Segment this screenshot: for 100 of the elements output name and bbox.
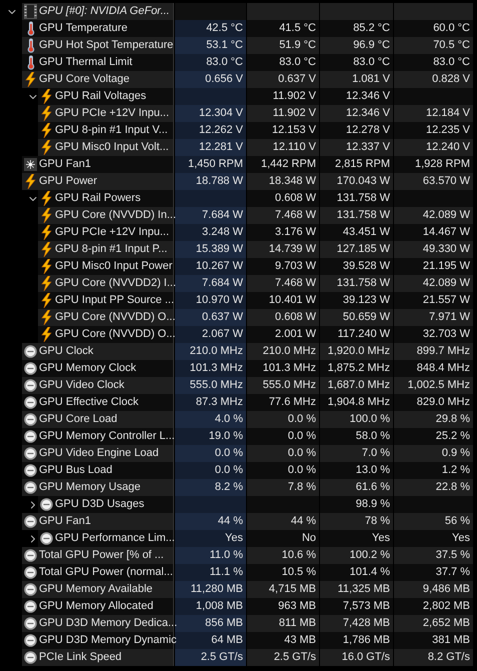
- lightning-icon: [41, 191, 52, 206]
- current-value-cell: 4.0 %: [175, 411, 246, 428]
- value-cell: 39.123 W: [320, 292, 393, 309]
- value-cell: 32.703 W: [394, 326, 473, 343]
- lightning-icon: [41, 89, 52, 104]
- value-cell: 85.2 °C: [320, 20, 393, 37]
- sensor-label: GPU Input PP Source ...: [55, 293, 174, 308]
- current-value-cell: 42.5 °C: [175, 20, 246, 37]
- value-cell: 41.5 °C: [247, 20, 319, 37]
- current-value-cell: 11.1 %: [175, 564, 246, 581]
- value-cell: 2.001 W: [247, 326, 319, 343]
- value-cell: 0.828 V: [394, 71, 473, 88]
- sensor-label: GPU Memory Allocated: [39, 599, 154, 614]
- current-value-cell: 856 MB: [175, 615, 246, 632]
- value-cell: 12.235 V: [394, 122, 473, 139]
- value-cell: 117.240 W: [320, 326, 393, 343]
- gauge-icon: [24, 566, 37, 579]
- sensor-label: GPU Core (NVVDD) O...: [55, 327, 176, 342]
- value-cell: 83.0 °C: [247, 54, 319, 71]
- value-cell: 2.5 GT/s: [247, 649, 319, 666]
- sensor-label: GPU Clock: [39, 344, 94, 360]
- gauge-icon: [24, 447, 37, 460]
- value-cell: 42.089 W: [394, 275, 473, 292]
- lightning-icon: [41, 123, 52, 138]
- value-cell: 70.5 °C: [394, 37, 473, 54]
- current-value-cell: 10.267 W: [175, 258, 246, 275]
- value-cell: 1,786 MB: [320, 632, 393, 649]
- lightning-icon: [41, 259, 52, 274]
- value-cell: 12.337 V: [320, 139, 393, 156]
- gauge-icon: [24, 583, 37, 596]
- value-cell: 98.9 %: [320, 496, 393, 513]
- value-cell: 11,325 MB: [320, 581, 393, 598]
- sensor-label: GPU Hot Spot Temperature: [39, 38, 174, 54]
- value-cell: 7.468 W: [247, 207, 319, 224]
- gauge-icon: [24, 396, 37, 409]
- value-cell: 12.346 V: [320, 105, 393, 122]
- sensor-label: GPU Rail Powers: [55, 191, 141, 206]
- value-cell: 43.451 W: [320, 224, 393, 241]
- current-value-cell: [175, 3, 246, 20]
- value-cell: 170.043 W: [320, 173, 393, 190]
- gauge-icon: [24, 413, 37, 426]
- value-cell: 0.608 W: [247, 190, 319, 207]
- current-value-cell: 7.684 W: [175, 207, 246, 224]
- value-cell: 848.4 MHz: [394, 360, 473, 377]
- gauge-icon: [24, 549, 37, 562]
- gauge-icon: [24, 481, 37, 494]
- gauge-icon: [24, 617, 37, 630]
- value-cell: 100.0 %: [320, 411, 393, 428]
- value-cell: 1,928 RPM: [394, 156, 473, 173]
- value-cell: 963 MB: [247, 598, 319, 615]
- current-value-cell: 11,280 MB: [175, 581, 246, 598]
- value-cell: 1,002.5 MHz: [394, 377, 473, 394]
- value-cell: 37.5 %: [394, 547, 473, 564]
- sensor-label: GPU Performance Lim...: [55, 531, 175, 546]
- value-cell: 131.758 W: [320, 275, 393, 292]
- sensor-label: GPU Bus Load: [39, 463, 112, 478]
- current-value-cell: 101.3 MHz: [175, 360, 246, 377]
- value-cell: 58.0 %: [320, 428, 393, 445]
- value-cell: 25.2 %: [394, 428, 473, 445]
- value-cell: 12.278 V: [320, 122, 393, 139]
- value-cell: 1,442 RPM: [247, 156, 319, 173]
- current-value-cell: 7.684 W: [175, 275, 246, 292]
- gauge-icon: [24, 379, 37, 392]
- value-cell: 100.2 %: [320, 547, 393, 564]
- value-cell: 29.8 %: [394, 411, 473, 428]
- value-cell: 21.195 W: [394, 258, 473, 275]
- sensor-label: GPU 8-pin #1 Input V...: [55, 123, 168, 138]
- value-cell: 12.346 V: [320, 88, 393, 105]
- value-cell: 44 %: [247, 513, 319, 530]
- sensor-label: GPU Memory Controller L...: [39, 429, 175, 444]
- gauge-icon: [24, 345, 37, 358]
- value-cell: 131.758 W: [320, 207, 393, 224]
- value-cell: 7.468 W: [247, 275, 319, 292]
- gauge-icon: [40, 498, 53, 511]
- lightning-icon: [25, 174, 36, 189]
- current-value-cell: 64 MB: [175, 632, 246, 649]
- value-cell: [247, 3, 319, 20]
- value-cell: 10.401 W: [247, 292, 319, 309]
- current-value-cell: 8.2 %: [175, 479, 246, 496]
- value-cell: 0.0 %: [247, 445, 319, 462]
- current-value-cell: 18.788 W: [175, 173, 246, 190]
- lightning-icon: [41, 293, 52, 308]
- sensor-label: GPU Core (NVVDD) O...: [55, 310, 176, 326]
- sensor-label: GPU Rail Voltages: [55, 89, 146, 104]
- value-cell: Yes: [394, 530, 473, 547]
- current-value-cell: 11.0 %: [175, 547, 246, 564]
- value-cell: 1.2 %: [394, 462, 473, 479]
- value-cell: 49.330 W: [394, 241, 473, 258]
- value-cell: 37.7 %: [394, 564, 473, 581]
- sensor-label: GPU 8-pin #1 Input P...: [55, 242, 168, 258]
- current-value-cell: 1,450 RPM: [175, 156, 246, 173]
- fan-icon: [24, 158, 37, 171]
- value-cell: 77.6 MHz: [247, 394, 319, 411]
- current-value-cell: 0.656 V: [175, 71, 246, 88]
- value-cell: 2,652 MB: [394, 615, 473, 632]
- sensor-label: GPU Thermal Limit: [39, 55, 132, 70]
- current-value-cell: 53.1 °C: [175, 37, 246, 54]
- value-cell: 11.902 V: [247, 105, 319, 122]
- value-cell: 0.0 %: [247, 428, 319, 445]
- current-value-cell: 1,008 MB: [175, 598, 246, 615]
